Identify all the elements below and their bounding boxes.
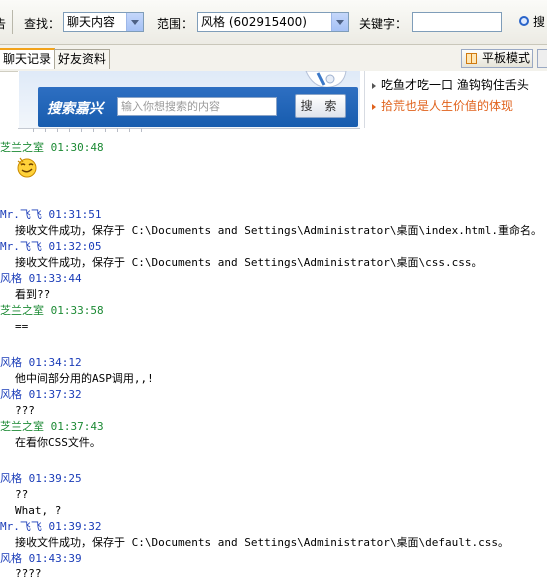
- message-header: 芝兰之室 01:30:48: [0, 141, 104, 155]
- message-text: 在看你CSS文件。: [15, 436, 101, 449]
- chevron-down-icon[interactable]: [126, 13, 143, 31]
- ad-divider-vertical: [364, 71, 365, 128]
- ad-link[interactable]: 拾荒也是人生价值的体现: [372, 97, 513, 114]
- scope-select[interactable]: 风格 (602915400): [197, 12, 349, 32]
- search-button-label: 搜: [533, 15, 546, 29]
- message-header: Mr.飞飞 01:31:51: [0, 208, 101, 222]
- message-header: 芝兰之室 01:33:58: [0, 304, 104, 318]
- sender-name: Mr.飞飞: [0, 208, 42, 221]
- sender-name: 风格: [0, 552, 22, 565]
- tab-label: 好友资料: [58, 52, 107, 66]
- sender-name: 风格: [0, 388, 22, 401]
- message-time: 01:32:05: [48, 240, 102, 253]
- ad-link-text: 吃鱼才吃一口 渔钩钩住舌头: [381, 78, 529, 92]
- message-text: 接收文件成功，保存于 C:\Documents and Settings\Adm…: [15, 224, 542, 237]
- message-text: 他中间部分用的ASP调用,,!: [15, 372, 154, 385]
- flat-mode-label: 平板模式: [482, 51, 531, 65]
- sender-name: Mr.飞飞: [0, 520, 42, 533]
- tab-label: 聊天记录: [3, 52, 52, 66]
- message-header: 风格 01:33:44: [0, 272, 82, 286]
- message-time: 01:33:58: [50, 304, 104, 317]
- message-header: Mr.飞飞 01:32:05: [0, 240, 101, 254]
- message-text: ==: [15, 320, 29, 333]
- message-header: 风格 01:34:12: [0, 356, 82, 370]
- scope-value: 风格 (602915400): [201, 15, 307, 29]
- message-time: 01:33:44: [28, 272, 82, 285]
- bullet-icon: [372, 82, 376, 89]
- ad-search-input[interactable]: 输入你想搜索的内容: [117, 97, 277, 116]
- toolbar-separator: [12, 10, 13, 34]
- search-toolbar: 告 查找： 聊天内容 范围： 风格 (602915400) 关键字： 搜: [0, 0, 547, 45]
- toolbar-left-fragment: 告: [0, 17, 7, 31]
- message-header: 风格 01:43:39: [0, 552, 82, 566]
- find-type-select[interactable]: 聊天内容: [63, 12, 144, 32]
- message-header: Mr.飞飞 01:39:32: [0, 520, 101, 534]
- bullet-icon: [372, 103, 376, 110]
- keyword-input[interactable]: [412, 12, 502, 32]
- message-time: 01:39:25: [28, 472, 82, 485]
- message-header: 风格 01:37:32: [0, 388, 82, 402]
- sender-name: 芝兰之室: [0, 141, 44, 154]
- message-text: 接收文件成功，保存于 C:\Documents and Settings\Adm…: [15, 536, 509, 549]
- ad-link[interactable]: 吃鱼才吃一口 渔钩钩住舌头: [372, 76, 529, 93]
- tab-friend-profile[interactable]: 好友资料: [54, 49, 111, 69]
- sender-name: 风格: [0, 472, 22, 485]
- scope-label: 范围：: [157, 17, 194, 31]
- sender-name: 风格: [0, 272, 22, 285]
- sender-name: 风格: [0, 356, 22, 369]
- message-time: 01:31:51: [48, 208, 102, 221]
- message-header: 芝兰之室 01:37:43: [0, 420, 104, 434]
- ad-link-text: 拾荒也是人生价值的体现: [381, 99, 514, 113]
- keyword-label: 关键字：: [359, 17, 408, 31]
- chevron-down-icon[interactable]: [331, 13, 348, 31]
- message-text: 接收文件成功，保存于 C:\Documents and Settings\Adm…: [15, 256, 483, 269]
- message-text: ??: [15, 488, 29, 501]
- flat-mode-button[interactable]: 平板模式: [461, 49, 533, 68]
- tab-chat-history[interactable]: 聊天记录: [0, 48, 56, 69]
- find-type-value: 聊天内容: [67, 15, 116, 29]
- message-header: 风格 01:39:25: [0, 472, 82, 486]
- search-button[interactable]: 搜: [517, 12, 547, 32]
- sender-name: Mr.飞飞: [0, 240, 42, 253]
- message-text: 看到??: [15, 288, 51, 301]
- message-time: 01:39:32: [48, 520, 102, 533]
- ad-title: 搜索嘉兴: [47, 101, 103, 117]
- find-label: 查找：: [24, 17, 61, 31]
- message-time: 01:37:32: [28, 388, 82, 401]
- message-time: 01:34:12: [28, 356, 82, 369]
- sender-name: 芝兰之室: [0, 420, 44, 433]
- message-text: ???: [15, 404, 35, 417]
- search-icon: [519, 16, 529, 26]
- overflow-button[interactable]: [537, 49, 547, 68]
- ad-search-button[interactable]: 搜 索: [295, 94, 346, 118]
- message-time: 01:37:43: [50, 420, 104, 433]
- layout-icon: [466, 53, 477, 64]
- message-text: What, ?: [15, 504, 62, 517]
- sender-name: 芝兰之室: [0, 304, 44, 317]
- grin-face-icon: [17, 157, 37, 178]
- ad-ruler: [33, 128, 143, 132]
- message-time: 01:43:39: [28, 552, 82, 565]
- message-time: 01:30:48: [50, 141, 104, 154]
